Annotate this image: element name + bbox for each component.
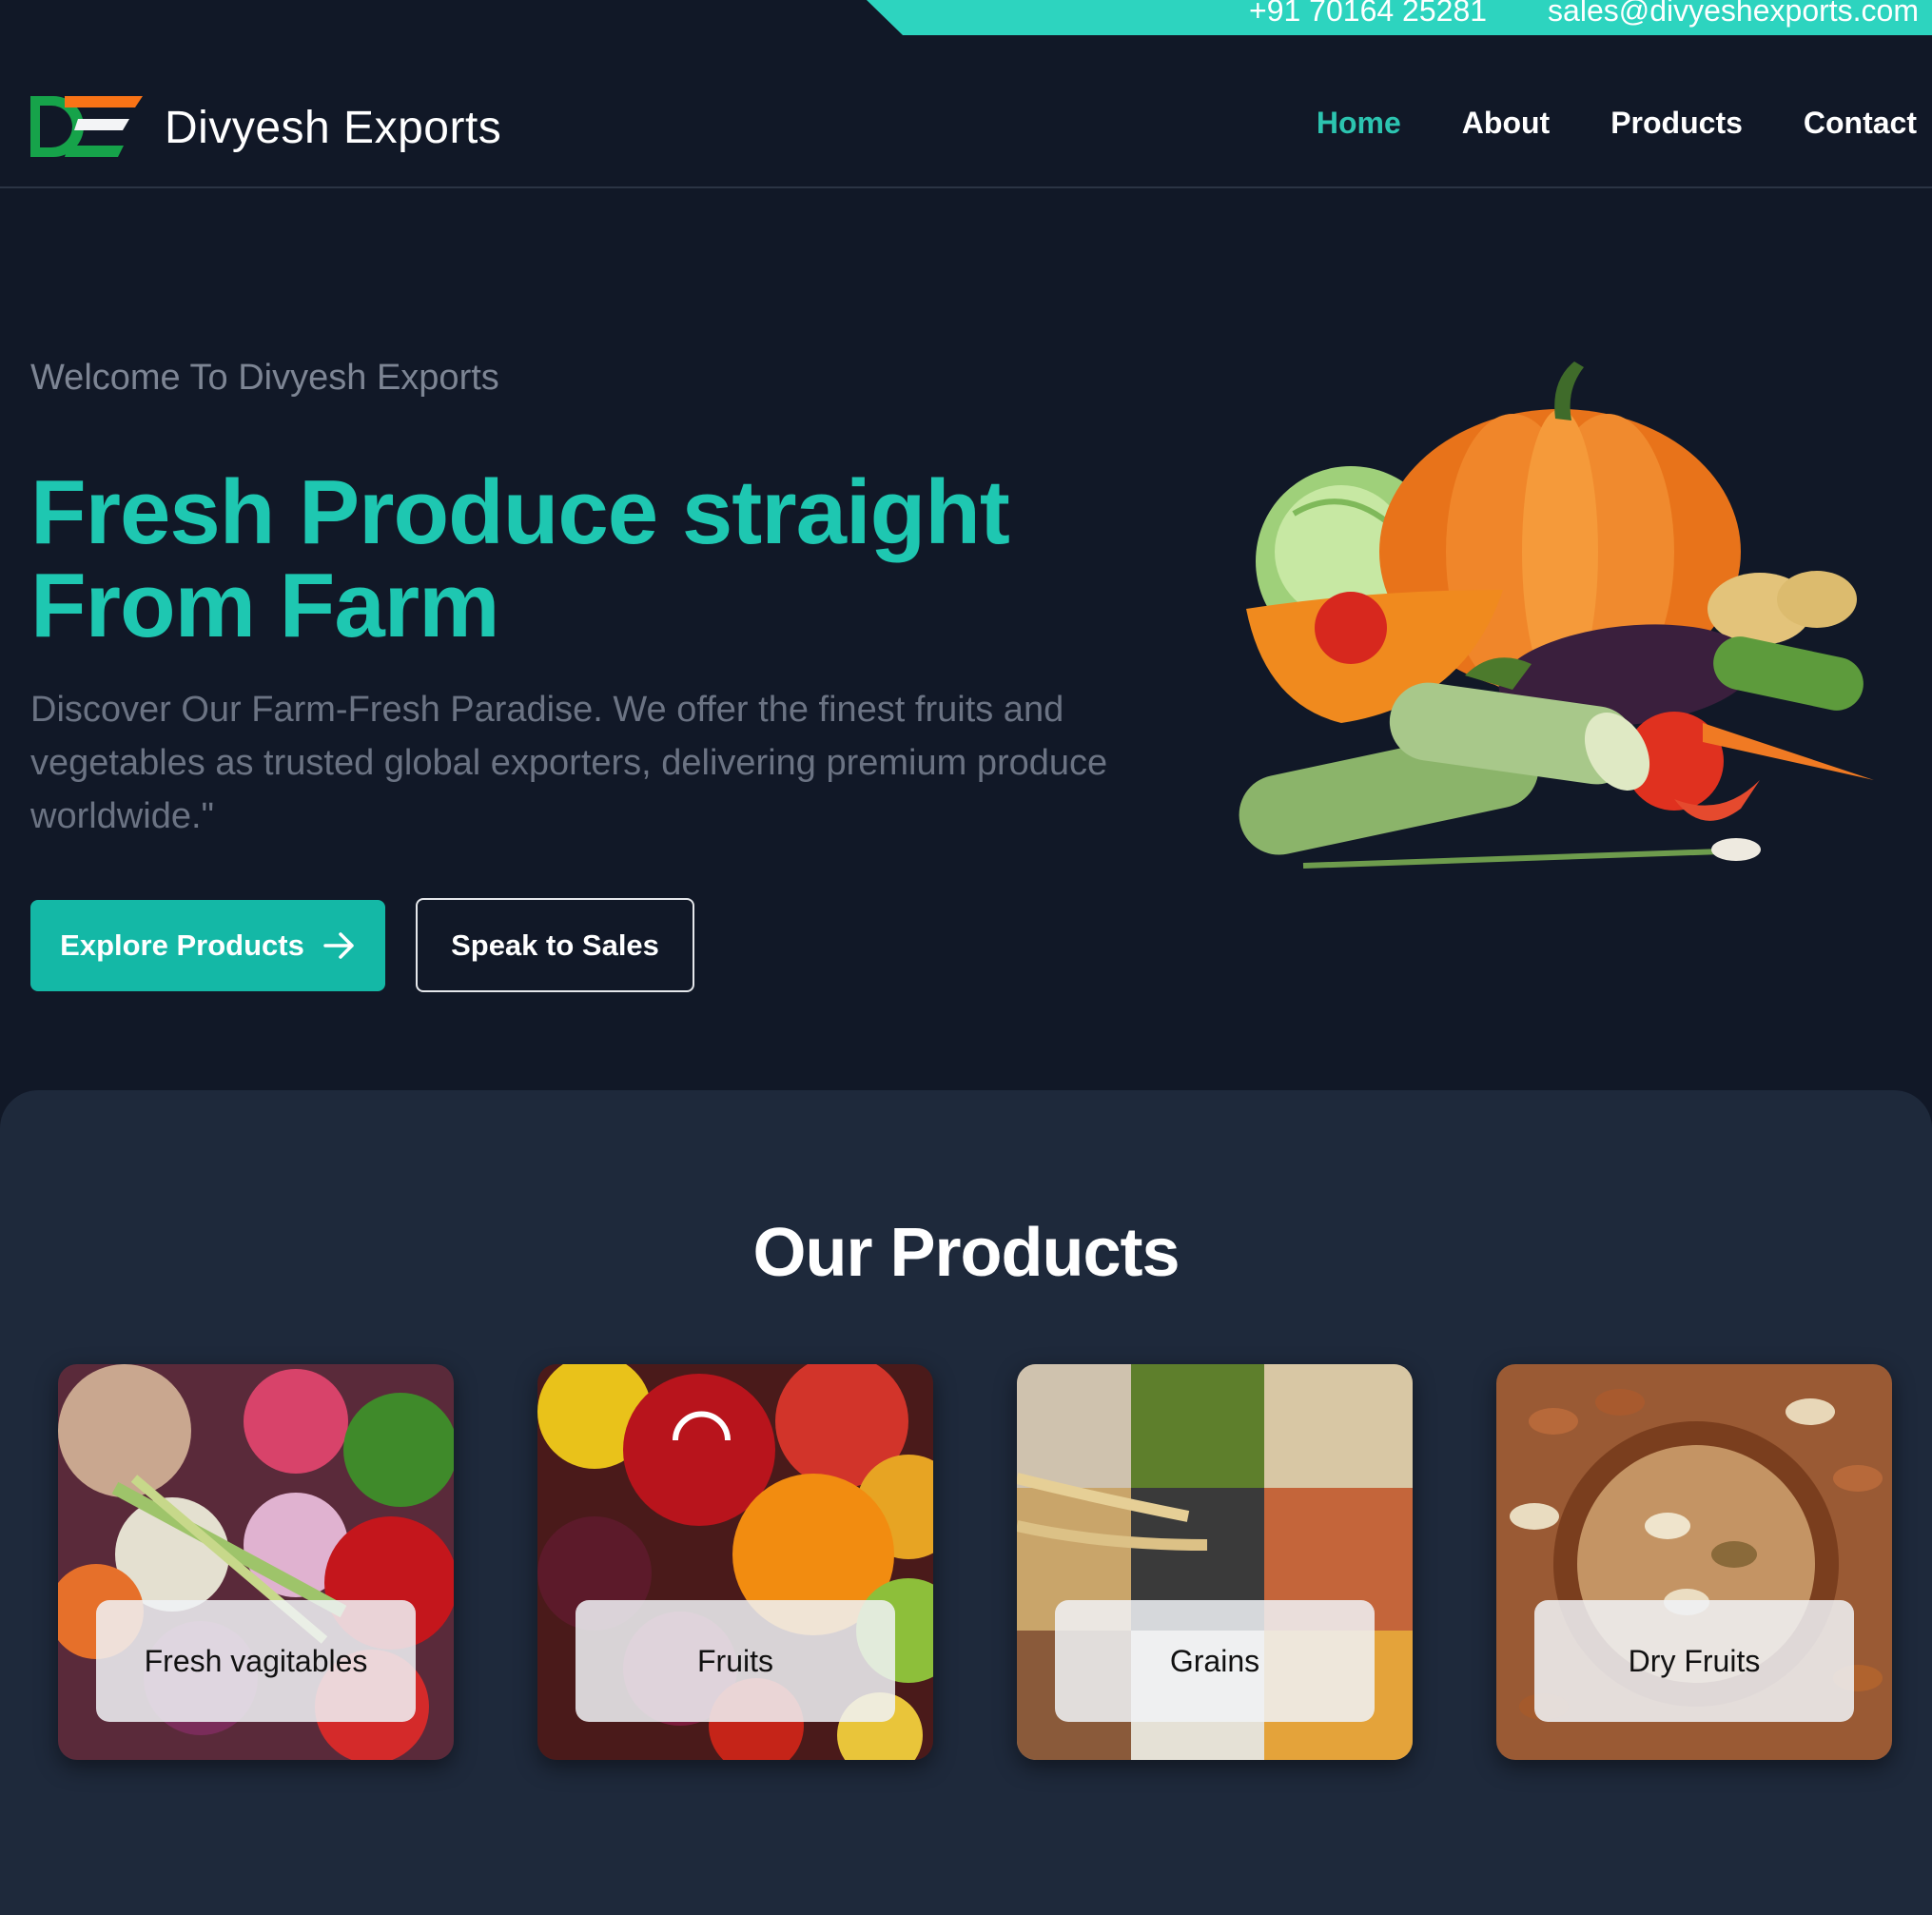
- product-card-label: Fruits: [576, 1600, 895, 1722]
- site-header: Divyesh Exports Home About Products Cont…: [0, 35, 1932, 188]
- product-card-label: Fresh vagitables: [96, 1600, 416, 1722]
- nav-home[interactable]: Home: [1317, 106, 1401, 141]
- hero-description: Discover Our Farm-Fresh Paradise. We off…: [30, 690, 1108, 836]
- products-section: Our Products Fresh vagitables Fruits Gra…: [0, 1090, 1932, 1915]
- speak-to-sales-button[interactable]: Speak to Sales: [416, 898, 694, 992]
- product-card-dry-fruits[interactable]: Dry Fruits: [1496, 1364, 1892, 1760]
- arrow-right-icon: [323, 932, 354, 959]
- explore-products-label: Explore Products: [60, 928, 304, 962]
- headline-line-1: Fresh Produce straight: [30, 461, 1010, 563]
- speak-to-sales-label: Speak to Sales: [451, 928, 659, 962]
- brand-name[interactable]: Divyesh Exports: [165, 102, 501, 154]
- hero-headline: Fresh Produce straight From Farm: [30, 466, 1096, 653]
- welcome-text: Welcome To Divyesh Exports: [30, 358, 499, 398]
- product-card-label: Dry Fruits: [1534, 1600, 1854, 1722]
- main-nav: Home About Products Contact: [1317, 106, 1917, 141]
- vegetables-illustration: [1239, 362, 1874, 869]
- product-card-label: Grains: [1055, 1600, 1375, 1722]
- page: +91 70164 25281 sales@divyeshexports.com…: [0, 0, 1932, 1915]
- headline-line-2: From Farm: [30, 555, 499, 656]
- nav-products[interactable]: Products: [1610, 106, 1743, 141]
- product-card-fruits[interactable]: Fruits: [537, 1364, 933, 1760]
- nav-about[interactable]: About: [1462, 106, 1550, 141]
- product-card-grains[interactable]: Grains: [1017, 1364, 1413, 1760]
- de-logo-icon[interactable]: [30, 96, 143, 157]
- nav-contact[interactable]: Contact: [1804, 106, 1917, 141]
- products-title: Our Products: [752, 1215, 1180, 1291]
- phone-number[interactable]: +91 70164 25281: [1249, 0, 1487, 26]
- email-address[interactable]: sales@divyeshexports.com: [1548, 0, 1919, 26]
- explore-products-button[interactable]: Explore Products: [30, 900, 385, 991]
- product-card-vegetables[interactable]: Fresh vagitables: [58, 1364, 454, 1760]
- contact-topbar: +91 70164 25281 sales@divyeshexports.com: [867, 0, 1932, 35]
